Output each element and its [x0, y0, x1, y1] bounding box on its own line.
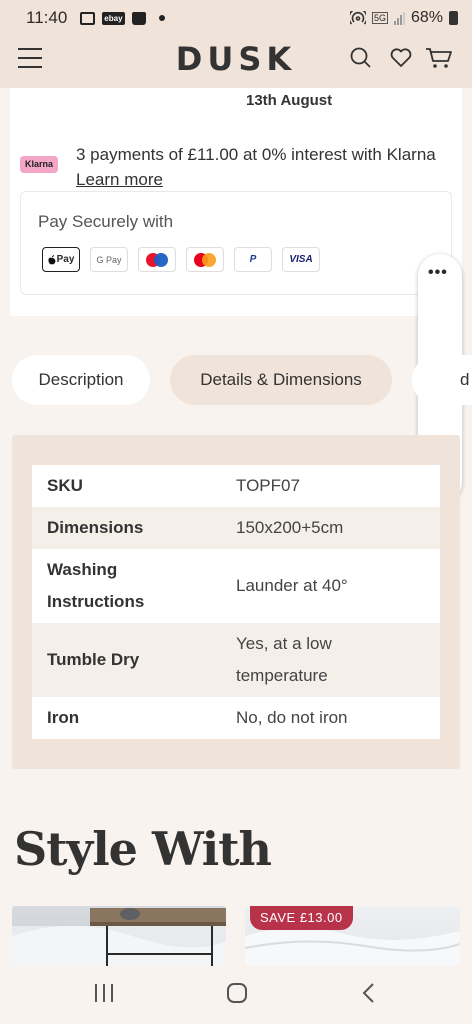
paypal-icon: P	[234, 247, 272, 272]
save-badge: SAVE £13.00	[250, 906, 353, 930]
row-label: Dimensions	[47, 518, 144, 537]
payment-title: Pay Securely with	[38, 212, 174, 231]
site-header: DUSK	[0, 36, 472, 88]
product-photo-side-table	[12, 908, 226, 966]
row-value: 150x200+5cm	[236, 518, 344, 537]
status-bar: 11:40 ebay 5G 68%	[0, 0, 472, 36]
search-icon[interactable]	[350, 46, 372, 70]
status-right: 5G 68%	[349, 9, 458, 27]
network-type: 5G	[371, 12, 388, 24]
wishlist-heart-icon[interactable]	[389, 46, 413, 70]
ebay-icon: ebay	[102, 11, 125, 25]
row-value: No, do not iron	[236, 708, 348, 727]
payment-card-list: Pay G Pay P VISA	[42, 247, 320, 272]
cart-icon[interactable]	[425, 46, 453, 70]
battery-icon	[449, 11, 458, 25]
row-label: Washing Instructions	[47, 560, 145, 611]
table-row: SKU TOPF07	[32, 465, 440, 507]
table-row: Iron No, do not iron	[32, 697, 440, 739]
tab-details-dimensions[interactable]: Details & Dimensions	[170, 355, 392, 405]
details-panel: SKU TOPF07 Dimensions 150x200+5cm Washin…	[12, 435, 460, 769]
table-row: Tumble Dry Yes, at a low temperature	[32, 623, 440, 697]
home-icon[interactable]	[225, 982, 249, 1004]
row-value: TOPF07	[236, 476, 300, 495]
style-with-heading: Style With	[14, 822, 272, 876]
row-label: Iron	[47, 708, 80, 727]
product-image-1[interactable]	[12, 906, 226, 966]
gallery-icon	[80, 11, 96, 25]
row-label: Tumble Dry	[47, 650, 140, 669]
details-table: SKU TOPF07 Dimensions 150x200+5cm Washin…	[32, 465, 440, 739]
more-options-icon[interactable]: •••	[428, 264, 448, 282]
payment-methods-box: Pay Securely with Pay G Pay P VISA	[20, 191, 452, 295]
signal-icon	[393, 11, 405, 25]
row-value: Yes, at a low temperature	[236, 634, 332, 685]
table-row: Washing Instructions Launder at 40°	[32, 549, 440, 623]
row-label: SKU	[47, 476, 83, 495]
tab-next-partial[interactable]: d	[412, 355, 472, 405]
apple-pay-icon: Pay	[42, 247, 80, 272]
hotspot-icon	[349, 11, 366, 25]
delivery-date: 13th August	[246, 92, 333, 109]
mastercard-icon	[186, 247, 224, 272]
tab-description[interactable]: Description	[12, 355, 150, 405]
maestro-icon	[138, 247, 176, 272]
klarna-logo: Klarna	[20, 156, 58, 173]
purchase-info-card: 13th August Klarna 3 payments of £11.00 …	[10, 88, 462, 316]
notification-dot-icon	[158, 15, 165, 21]
klarna-text: 3 payments of £11.00 at 0% interest with…	[76, 145, 436, 164]
klarna-learn-more-link[interactable]: Learn more	[76, 170, 163, 189]
status-left: 11:40 ebay	[26, 8, 165, 28]
system-nav-bar	[0, 966, 472, 1024]
table-row: Dimensions 150x200+5cm	[32, 507, 440, 549]
status-time: 11:40	[26, 8, 68, 27]
row-value: Launder at 40°	[236, 576, 348, 595]
klarna-message: 3 payments of £11.00 at 0% interest with…	[76, 142, 446, 192]
shopping-bag-icon	[131, 11, 146, 25]
google-pay-icon: G Pay	[90, 247, 128, 272]
visa-icon: VISA	[282, 247, 320, 272]
recent-apps-icon[interactable]	[92, 982, 116, 1004]
back-icon[interactable]	[360, 982, 378, 1004]
battery-percent: 68%	[410, 9, 443, 26]
